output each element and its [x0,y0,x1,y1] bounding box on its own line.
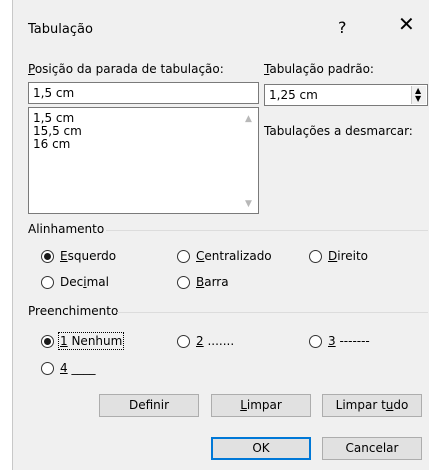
radio-leader-dashes[interactable]: 3 ------- [309,334,370,348]
default-tab-label: Tabulação padrão: [264,62,374,76]
scroll-down-icon[interactable]: ▼ [245,199,252,209]
leader-group-label: Preenchimento [28,304,119,318]
radio-indicator[interactable] [41,249,54,263]
cancel-button[interactable]: Cancelar [322,437,422,460]
clear-all-button[interactable]: Limpar tudo [322,394,422,417]
dialog-title: Tabulação [28,22,93,37]
list-item[interactable]: 16 cm [29,138,258,151]
list-scrollbar[interactable]: ▲ ▼ [241,108,258,213]
alignment-divider [106,230,428,231]
radio-align-decimal[interactable]: Decimal [41,275,109,289]
radio-align-right[interactable]: Direito [309,249,368,263]
radio-align-bar[interactable]: Barra [177,275,229,289]
radio-leader-underline[interactable]: 4 ____ [41,361,95,375]
radio-leader-dots[interactable]: 2 ....... [177,334,234,348]
radio-indicator[interactable] [309,249,322,263]
ok-button[interactable]: OK [211,437,311,460]
radio-leader-none[interactable]: 1 Nenhum [41,332,125,350]
alignment-group-label: Alinhamento [28,222,105,236]
radio-indicator[interactable] [177,275,190,289]
radio-align-left[interactable]: Esquerdo [41,249,116,263]
radio-align-center[interactable]: Centralizado [177,249,272,263]
clear-button[interactable]: Limpar [211,394,311,417]
radio-indicator[interactable] [177,334,190,348]
radio-indicator[interactable] [41,361,54,375]
tabs-dialog: Tabulação ? ✕ Posição da parada de tabul… [12,0,429,470]
radio-indicator[interactable] [41,334,54,348]
radio-indicator[interactable] [309,334,322,348]
leader-divider [117,312,428,313]
help-button[interactable]: ? [338,18,347,37]
close-button[interactable]: ✕ [398,14,415,34]
default-tab-input[interactable]: 1,25 cm ▲ ▼ [264,84,428,106]
radio-indicator[interactable] [41,275,54,289]
tab-stop-list[interactable]: 1,5 cm 15,5 cm 16 cm ▲ ▼ [28,107,259,214]
set-button[interactable]: Definir [99,394,199,417]
tab-stop-position-label: Posição da parada de tabulação: [28,62,224,76]
tabs-to-clear-label: Tabulações a desmarcar: [264,124,413,138]
radio-indicator[interactable] [177,249,190,263]
spin-down-icon[interactable]: ▼ [415,94,421,103]
tab-stop-position-input[interactable]: 1,5 cm [28,82,259,104]
default-tab-stepper[interactable]: ▲ ▼ [411,86,426,104]
scroll-up-icon[interactable]: ▲ [245,114,252,124]
